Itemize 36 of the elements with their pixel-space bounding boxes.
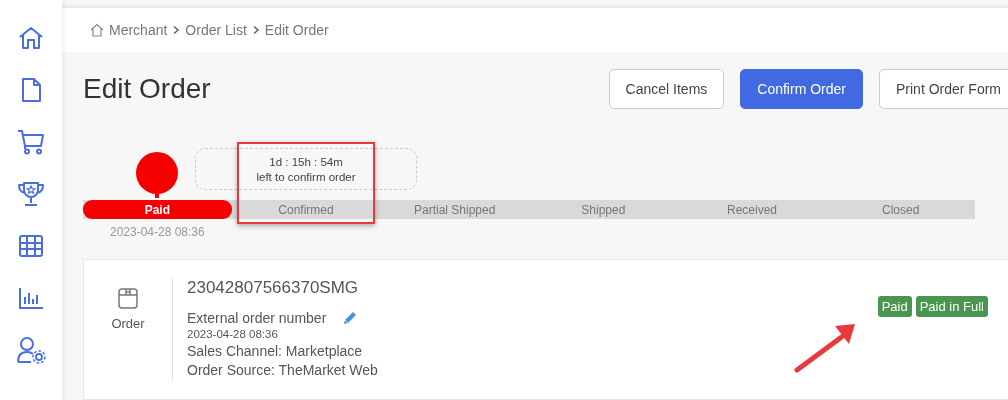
countdown-label: left to confirm order — [256, 170, 356, 183]
external-order-label: External order number — [187, 310, 327, 326]
order-source: Order Source: TheMarket Web — [187, 361, 378, 380]
progress-step: Closed — [826, 200, 976, 219]
sales-channel: Sales Channel: Marketplace — [187, 342, 364, 361]
breadcrumb-link[interactable]: Order List — [185, 22, 247, 38]
box-icon — [117, 286, 139, 310]
chevron-icon — [172, 25, 181, 35]
step-date: 2023-04-28 08:36 — [109, 225, 205, 239]
progress-step: Partial Shipped — [380, 200, 529, 219]
document-icon — [20, 77, 42, 103]
order-date: 2023-04-28 08:36 — [187, 328, 279, 340]
grid-icon — [18, 234, 44, 258]
home-icon — [18, 25, 44, 51]
cart-icon — [17, 129, 45, 155]
current-page-label: Edit Order — [264, 22, 329, 38]
action-button[interactable]: Print Order Form — [879, 69, 1008, 109]
breadcrumb-link[interactable]: Merchant — [109, 22, 168, 38]
status-badge: Paid — [877, 296, 912, 317]
order-number: 23042807566370SMG — [187, 278, 360, 298]
status-badge: Paid in Full — [915, 296, 988, 317]
progress-step: Paid — [83, 200, 232, 219]
countdown-time: 1d : 15h : 54m — [269, 155, 343, 168]
chevron-icon — [251, 25, 260, 35]
pencil-icon[interactable] — [342, 310, 359, 326]
page-title: Edit Order — [83, 73, 211, 105]
user-settings-icon — [16, 336, 46, 364]
bar-chart-icon — [18, 286, 44, 310]
progress-step: Confirmed — [231, 200, 381, 219]
trophy-icon — [17, 181, 45, 207]
action-button[interactable]: Confirm Order — [740, 69, 863, 109]
action-button[interactable]: Cancel Items — [608, 69, 725, 109]
home-icon — [90, 23, 104, 37]
progress-step: Shipped — [529, 200, 678, 219]
progress-step: Received — [677, 200, 827, 219]
order-type-label: Order — [111, 316, 145, 331]
